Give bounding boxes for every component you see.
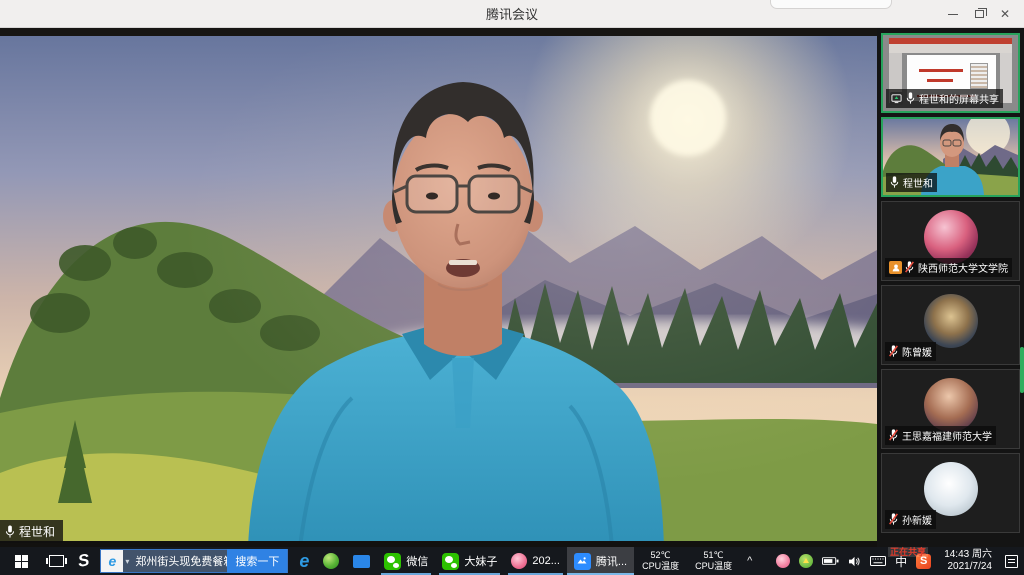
participant-avatar bbox=[924, 294, 978, 348]
close-icon: ✕ bbox=[1000, 8, 1010, 20]
cpu-temp-monitor-1[interactable]: 52℃ CPU温度 bbox=[634, 547, 687, 575]
taskbar-clock[interactable]: 14:43 周六 2021/7/24 bbox=[940, 549, 996, 574]
participant-avatar bbox=[924, 462, 978, 516]
ie-search-icon: e bbox=[101, 550, 123, 572]
virtual-background-scene bbox=[0, 28, 877, 547]
mic-on-icon bbox=[5, 525, 15, 538]
restore-icon bbox=[975, 10, 984, 18]
app-wechat[interactable]: 微信 bbox=[377, 547, 435, 575]
mic-muted-icon bbox=[889, 513, 899, 526]
group-chat-icon bbox=[511, 553, 527, 569]
participant-name: 陈曾媛 bbox=[902, 344, 932, 359]
app-label: 腾讯... bbox=[596, 553, 627, 569]
action-center-button[interactable] bbox=[1005, 555, 1018, 568]
participant-tile-avatar[interactable]: 陈曾媛 bbox=[881, 285, 1020, 365]
clock-time: 14:43 周六 bbox=[944, 549, 992, 562]
participant-name: 孙新媛 bbox=[902, 512, 932, 527]
app-label: 202... bbox=[532, 555, 560, 567]
action-center-icon bbox=[1005, 555, 1018, 568]
participant-name-tag: 程世和的屏幕共享 bbox=[886, 89, 1003, 108]
cpu-temp-value: 52℃ bbox=[651, 550, 671, 561]
participant-name: 王思嘉福建师范大学 bbox=[902, 428, 992, 443]
popup-remnant bbox=[770, 0, 892, 9]
participant-name: 程世和 bbox=[903, 175, 933, 190]
touch-keyboard-icon[interactable] bbox=[870, 556, 886, 566]
start-button[interactable] bbox=[0, 547, 42, 575]
main-speaker-video[interactable]: 程世和 bbox=[0, 28, 877, 547]
app-label: 微信 bbox=[406, 553, 428, 569]
sidebar-scrollbar[interactable] bbox=[1020, 347, 1024, 393]
app-wechat-chat[interactable]: 大妹子 bbox=[435, 547, 504, 575]
cpu-temp-label: CPU温度 bbox=[695, 561, 732, 572]
security-ball-icon bbox=[323, 553, 339, 569]
search-caret-icon[interactable]: ▾ bbox=[125, 557, 129, 566]
participant-tile-screen-share[interactable]: 程世和的屏幕共享 bbox=[881, 33, 1020, 113]
participant-name-tag: 陈曾媛 bbox=[885, 342, 936, 361]
app-group-chat[interactable]: 202... bbox=[504, 547, 567, 575]
s-app-button[interactable]: S bbox=[71, 547, 96, 575]
participant-name-tag: 王思嘉福建师范大学 bbox=[885, 426, 996, 445]
participant-tile-avatar[interactable]: 孙新媛 bbox=[881, 453, 1020, 533]
wechat-icon bbox=[384, 553, 401, 570]
windows-taskbar: S e ▾ 郑州街头现免费餐箱 搜索一下 e 微信 大妹子 202... bbox=[0, 547, 1024, 575]
window-controls: ✕ bbox=[940, 0, 1018, 28]
cpu-temp-monitor-2[interactable]: 51℃ CPU温度 bbox=[687, 547, 740, 575]
task-view-icon bbox=[49, 555, 64, 567]
show-hidden-icons-button[interactable]: ^ bbox=[740, 547, 759, 575]
app-internet-explorer[interactable]: e bbox=[292, 547, 316, 575]
video-letterbox-top bbox=[0, 28, 877, 36]
participant-tile-avatar[interactable]: 王思嘉福建师范大学 bbox=[881, 369, 1020, 449]
participant-tile-video[interactable]: 程世和 bbox=[881, 117, 1020, 197]
speaker-name-tag: 程世和 bbox=[0, 520, 63, 543]
participant-name: 程世和的屏幕共享 bbox=[919, 91, 999, 106]
app-blue-window[interactable] bbox=[346, 547, 377, 575]
chevron-up-icon: ^ bbox=[747, 555, 752, 567]
meeting-content: 程世和 bbox=[0, 28, 1024, 547]
member-badge-icon bbox=[889, 261, 902, 274]
mic-muted-icon bbox=[889, 429, 899, 442]
participant-tile-avatar[interactable]: 陕西师范大学文学院 bbox=[881, 201, 1020, 281]
participant-name-tag: 陕西师范大学文学院 bbox=[885, 258, 1012, 277]
internet-explorer-icon: e bbox=[299, 552, 309, 570]
windows-logo-icon bbox=[15, 555, 28, 568]
close-button[interactable]: ✕ bbox=[992, 0, 1018, 28]
participant-name-tag: 程世和 bbox=[886, 173, 937, 192]
window-title: 腾讯会议 bbox=[486, 4, 538, 23]
app-security-suite[interactable] bbox=[316, 547, 346, 575]
maximize-button[interactable] bbox=[966, 0, 992, 28]
volume-icon[interactable] bbox=[848, 556, 861, 567]
tray-pink-app-icon[interactable] bbox=[776, 554, 790, 568]
screen-share-icon bbox=[890, 92, 903, 105]
tray-green-app-icon[interactable] bbox=[799, 554, 813, 568]
task-view-button[interactable] bbox=[42, 547, 71, 575]
cpu-temp-label: CPU温度 bbox=[642, 561, 679, 572]
wechat-icon bbox=[442, 553, 459, 570]
app-tencent-meeting[interactable]: 腾讯... bbox=[567, 547, 634, 575]
app-label: 大妹子 bbox=[464, 553, 497, 569]
search-input[interactable]: 郑州街头现免费餐箱 bbox=[131, 553, 227, 569]
mic-muted-icon bbox=[889, 345, 899, 358]
clock-date: 2021/7/24 bbox=[948, 561, 993, 574]
mic-on-icon bbox=[906, 92, 916, 105]
battery-icon[interactable] bbox=[822, 556, 839, 566]
participant-name-tag: 孙新媛 bbox=[885, 510, 936, 529]
mic-muted-icon bbox=[905, 261, 915, 274]
blue-app-icon bbox=[353, 555, 370, 568]
taskbar-search-box[interactable]: e ▾ 郑州街头现免费餐箱 搜索一下 bbox=[100, 549, 288, 573]
cpu-temp-value: 51℃ bbox=[704, 550, 724, 561]
participants-sidebar: 程世和的屏幕共享 bbox=[877, 28, 1024, 547]
search-button[interactable]: 搜索一下 bbox=[227, 549, 287, 573]
minimize-icon bbox=[948, 14, 958, 15]
desktop-screen: 腾讯会议 ✕ bbox=[0, 0, 1024, 575]
participant-avatar bbox=[924, 378, 978, 432]
minimize-button[interactable] bbox=[940, 0, 966, 28]
participant-name: 陕西师范大学文学院 bbox=[918, 260, 1008, 275]
participant-avatar bbox=[924, 210, 978, 264]
mic-on-icon bbox=[890, 176, 900, 189]
s-swirl-icon: S bbox=[77, 550, 91, 571]
tencent-meeting-icon bbox=[574, 553, 591, 570]
speaker-name: 程世和 bbox=[19, 523, 55, 540]
screen-sharing-status: 正在共享 bbox=[888, 547, 928, 557]
